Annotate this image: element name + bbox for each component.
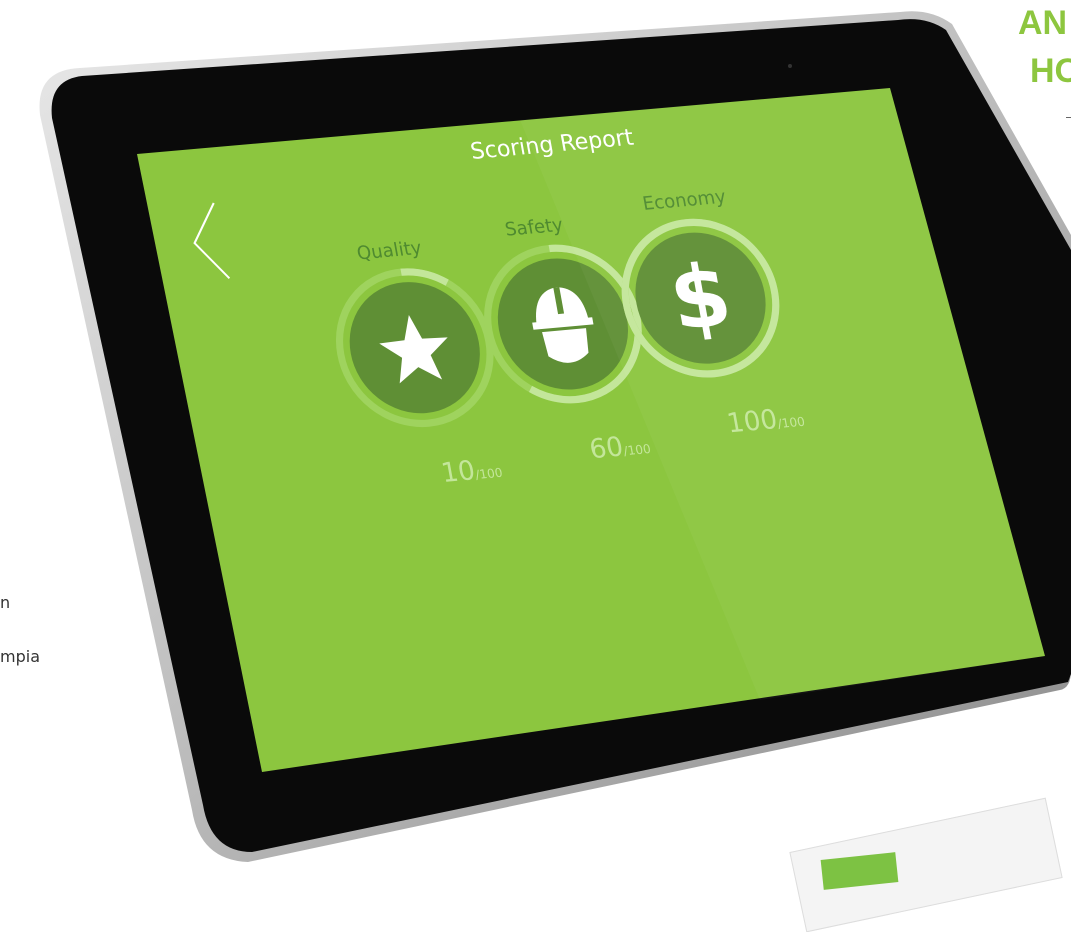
- camera-dot: [788, 64, 792, 68]
- tablet-device: Scoring Report Quality10/100Safety60/100…: [0, 0, 1071, 875]
